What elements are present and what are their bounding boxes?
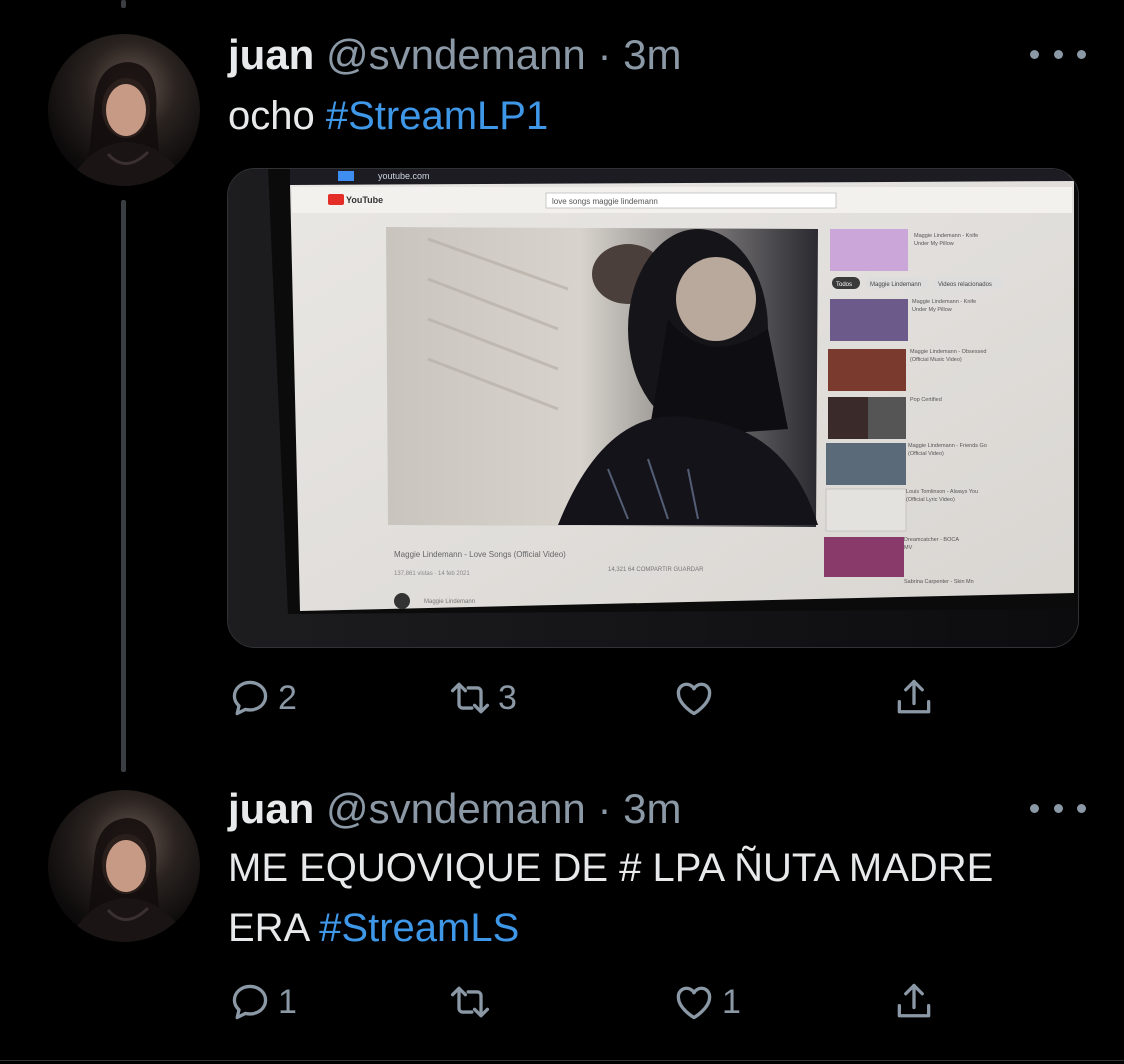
svg-text:Maggie Lindemann - Friends Go: Maggie Lindemann - Friends Go — [908, 443, 987, 449]
like-count: 1 — [722, 982, 741, 1021]
svg-text:Under My Pillow: Under My Pillow — [912, 307, 952, 313]
tweet-header: juan @svndemann · 3m — [228, 30, 682, 80]
video-title: Maggie Lindemann - Love Songs (Official … — [394, 550, 566, 559]
browser-url: youtube.com — [378, 171, 430, 181]
svg-text:Sabrina Carpenter - Skin Mn: Sabrina Carpenter - Skin Mn — [904, 579, 974, 585]
timestamp[interactable]: 3m — [623, 31, 681, 78]
retweet-count: 3 — [498, 678, 517, 717]
avatar[interactable] — [48, 34, 200, 186]
timestamp[interactable]: 3m — [623, 785, 681, 832]
retweet-button[interactable] — [448, 972, 498, 1032]
hashtag-link[interactable]: #StreamLS — [319, 906, 519, 950]
reply-button[interactable]: 2 — [228, 668, 297, 728]
share-icon — [897, 679, 931, 714]
avatar-image — [68, 818, 188, 942]
tweet-media-photo[interactable]: youtube.com YouTube love songs maggie li… — [227, 168, 1079, 648]
bottom-divider — [0, 1060, 1124, 1061]
reply-count: 2 — [278, 678, 297, 717]
like-icon — [676, 986, 712, 1020]
retweet-button[interactable]: 3 — [448, 668, 517, 728]
share-button[interactable] — [892, 668, 936, 728]
more-icon[interactable] — [1030, 44, 1086, 64]
avatar-image — [68, 62, 188, 186]
thread-connector — [121, 0, 126, 8]
tweet-header: juan @svndemann · 3m — [228, 784, 682, 834]
svg-text:Maggie Lindemann - Knife: Maggie Lindemann - Knife — [914, 233, 978, 239]
hashtag-link[interactable]: #StreamLP1 — [326, 94, 548, 138]
svg-text:(Official Music Video): (Official Music Video) — [910, 357, 962, 363]
svg-text:Videos relacionados: Videos relacionados — [938, 282, 992, 288]
media-photo: youtube.com YouTube love songs maggie li… — [228, 169, 1078, 647]
svg-text:14,321 64 COMPARTIR GUAR: 14,321 64 COMPARTIR GUARDAR — [608, 567, 704, 573]
svg-text:(Official Video): (Official Video) — [908, 451, 944, 457]
display-name[interactable]: juan — [228, 785, 314, 832]
retweet-icon — [450, 986, 490, 1018]
like-button[interactable]: 1 — [672, 972, 741, 1032]
svg-text:Maggie Lindemann: Maggie Lindemann — [424, 599, 475, 605]
tweet-text-plain: ERA — [228, 906, 320, 950]
avatar[interactable] — [48, 790, 200, 942]
svg-text:Maggie Lindemann - Knife: Maggie Lindemann - Knife — [912, 299, 976, 305]
separator: · — [597, 31, 612, 78]
video-meta: 137,861 vistas · 14 feb 2021 — [394, 571, 470, 577]
retweet-icon — [450, 682, 490, 714]
share-icon — [897, 983, 931, 1018]
svg-text:Louis Tomlinson - Always You: Louis Tomlinson - Always You — [906, 489, 978, 495]
svg-text:MV: MV — [904, 545, 913, 551]
tweet-text: ocho #StreamLP1 — [228, 86, 548, 146]
reply-icon — [232, 680, 268, 716]
tweet-text: ME EQUOVIQUE DE # LPA ÑUTA MADRE ERA #St… — [228, 838, 993, 958]
reply-button[interactable]: 1 — [228, 972, 297, 1032]
user-handle[interactable]: @svndemann — [326, 31, 586, 78]
svg-text:Pop Certified: Pop Certified — [910, 397, 942, 403]
tweet-text-plain: ocho — [228, 94, 326, 138]
svg-text:Todos: Todos — [836, 282, 852, 288]
more-icon[interactable] — [1030, 798, 1086, 818]
svg-text:YouTube: YouTube — [346, 195, 383, 205]
svg-text:Maggie Lindemann: Maggie Lindemann — [870, 282, 921, 288]
reply-count: 1 — [278, 982, 297, 1021]
thread-connector — [121, 200, 126, 772]
svg-text:Maggie Lindemann - Obsessed: Maggie Lindemann - Obsessed — [910, 349, 986, 355]
like-button[interactable] — [672, 668, 722, 728]
separator: · — [597, 785, 612, 832]
youtube-search-text: love songs maggie lindemann — [552, 197, 658, 206]
tweet-actions: 1 1 — [228, 972, 948, 1032]
display-name[interactable]: juan — [228, 31, 314, 78]
share-button[interactable] — [892, 972, 936, 1032]
svg-text:(Official Lyric Video): (Official Lyric Video) — [906, 497, 955, 503]
tweet-text-line: ME EQUOVIQUE DE # LPA ÑUTA MADRE — [228, 846, 994, 890]
reply-icon — [232, 984, 268, 1020]
tweet-actions: 2 3 — [228, 668, 948, 728]
user-handle[interactable]: @svndemann — [326, 785, 586, 832]
like-icon — [676, 682, 712, 716]
svg-text:Dreamcatcher - BOCA: Dreamcatcher - BOCA — [904, 537, 959, 543]
svg-text:Under My Pillow: Under My Pillow — [914, 241, 954, 247]
